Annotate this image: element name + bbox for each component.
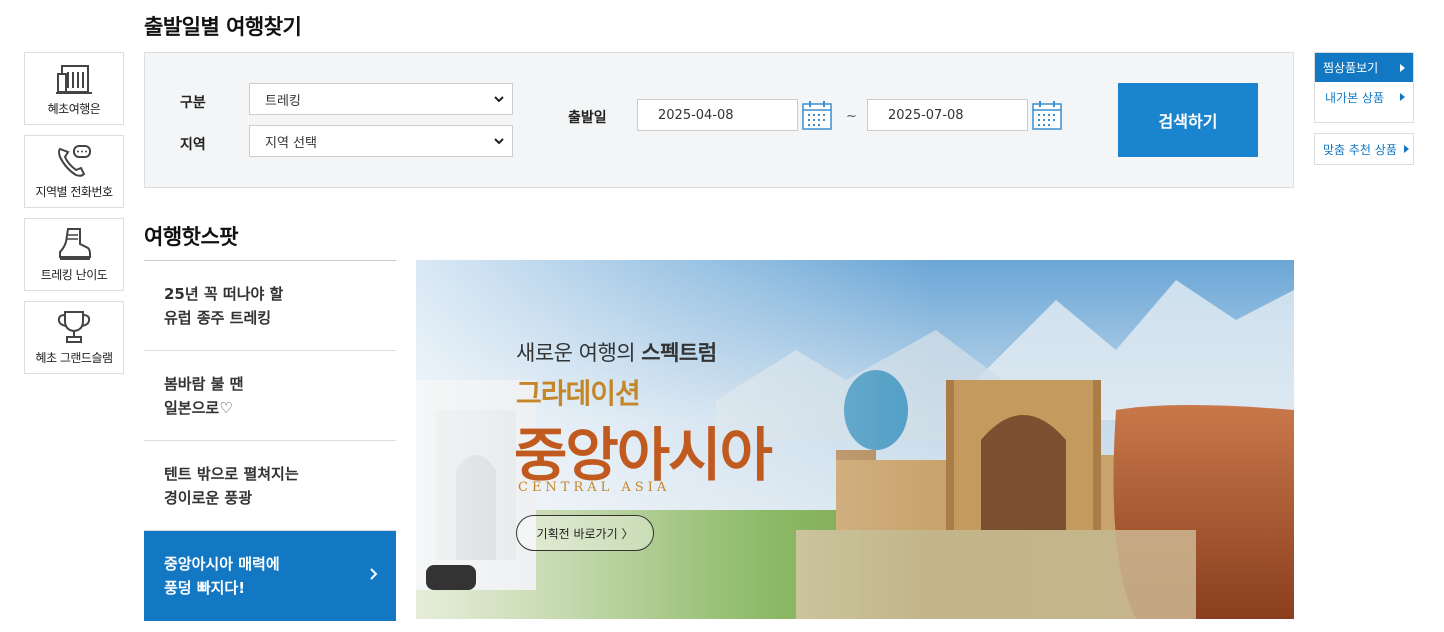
quick-item-about[interactable]: 혜초여행은 — [24, 52, 124, 125]
building-icon — [56, 65, 92, 94]
hotspot-line: 텐트 밖으로 펼쳐지는 — [164, 465, 299, 483]
banner-english: CENTRAL ASIA — [518, 480, 671, 495]
viewed-link[interactable]: 내가본 상품 — [1315, 82, 1413, 122]
search-panel: 구분 트레킹 지역 지역 선택 출발일 2025-04-08 ~ 2025-07… — [144, 52, 1294, 188]
quick-label: 지역별 전화번호 — [35, 185, 113, 199]
quick-menu: 혜초여행은 지역별 전화번호 트레킹 난이도 혜초 그랜드슬램 — [24, 52, 124, 384]
promo-banner[interactable]: 새로운 여행의 스펙트럼 그라데이션 중앙아시아 CENTRAL ASIA 기획… — [416, 260, 1294, 619]
hotspot-title: 여행핫스팟 — [144, 225, 239, 249]
wishlist-link[interactable]: 찜상품보기 — [1315, 53, 1413, 82]
date-from-input[interactable]: 2025-04-08 — [637, 99, 798, 131]
quick-item-grandslam[interactable]: 혜초 그랜드슬램 — [24, 301, 124, 374]
trophy-icon — [57, 311, 91, 343]
hotspot-line: 25년 꼭 떠나야 할 — [164, 285, 284, 303]
quick-label: 혜초 그랜드슬램 — [35, 351, 113, 365]
hotspot-item[interactable]: 텐트 밖으로 펼쳐지는 경이로운 풍광 — [144, 441, 396, 531]
hotspot-line: 봄바람 불 땐 — [164, 375, 244, 393]
banner-subtitle: 새로운 여행의 스펙트럼 — [516, 337, 717, 367]
triangle-right-icon — [1400, 63, 1405, 72]
banner-brand: 그라데이션 — [516, 377, 641, 410]
banner-subtitle-bold: 스펙트럼 — [641, 341, 717, 365]
wishlist-label: 찜상품보기 — [1323, 61, 1379, 75]
hotspot-line: 중앙아시아 매력에 — [164, 555, 280, 573]
date-separator: ~ — [846, 109, 857, 124]
recommend-label: 맞춤 추천 상품 — [1323, 142, 1397, 157]
triangle-right-icon — [1404, 145, 1409, 153]
calendar-icon[interactable] — [801, 99, 833, 131]
date-label: 출발일 — [568, 110, 607, 126]
hotspot-line: 유럽 종주 트레킹 — [164, 309, 272, 327]
hotspot-item[interactable]: 25년 꼭 떠나야 할 유럽 종주 트레킹 — [144, 261, 396, 351]
hotspot-line: 일본으로♡ — [164, 399, 233, 417]
hotspot-line: 경이로운 풍광 — [164, 489, 253, 507]
date-to-input[interactable]: 2025-07-08 — [867, 99, 1028, 131]
region-select[interactable]: 지역 선택 — [249, 125, 513, 157]
triangle-right-icon — [1400, 93, 1405, 101]
region-value: 지역 선택 — [265, 135, 317, 151]
date-to-value: 2025-07-08 — [888, 107, 964, 123]
category-label: 구분 — [180, 95, 206, 111]
quick-label: 트레킹 난이도 — [40, 268, 108, 282]
date-from-value: 2025-04-08 — [658, 107, 734, 123]
quick-label: 혜초여행은 — [47, 102, 101, 116]
phone-icon — [58, 145, 91, 177]
search-button[interactable]: 검색하기 — [1118, 83, 1258, 157]
banner-subtitle-normal: 새로운 여행의 — [516, 341, 642, 365]
calendar-icon[interactable] — [1031, 99, 1063, 131]
hotspot-item-active[interactable]: 중앙아시아 매력에 풍덩 빠지다! — [144, 531, 396, 621]
hotspot-item[interactable]: 봄바람 불 땐 일본으로♡ — [144, 351, 396, 441]
region-label: 지역 — [180, 137, 206, 153]
chevron-down-icon — [494, 96, 504, 103]
search-title: 출발일별 여행찾기 — [144, 15, 302, 39]
chevron-down-icon — [494, 138, 504, 145]
right-quick-group: 찜상품보기 내가본 상품 — [1314, 52, 1414, 123]
viewed-label: 내가본 상품 — [1325, 90, 1385, 105]
quick-item-phone[interactable]: 지역별 전화번호 — [24, 135, 124, 208]
category-select[interactable]: 트레킹 — [249, 83, 513, 115]
category-value: 트레킹 — [265, 93, 301, 109]
hotspot-list: 25년 꼭 떠나야 할 유럽 종주 트레킹 봄바람 불 땐 일본으로♡ 텐트 밖… — [144, 260, 396, 621]
recommend-link[interactable]: 맞춤 추천 상품 — [1314, 133, 1414, 165]
chevron-right-icon — [370, 568, 378, 580]
hotspot-line: 풍덩 빠지다! — [164, 579, 246, 597]
quick-item-difficulty[interactable]: 트레킹 난이도 — [24, 218, 124, 291]
right-quick-menu: 찜상품보기 내가본 상품 맞춤 추천 상품 — [1314, 52, 1414, 165]
banner-cta-button[interactable]: 기획전 바로가기 〉 — [516, 515, 654, 551]
boot-icon — [59, 228, 91, 260]
